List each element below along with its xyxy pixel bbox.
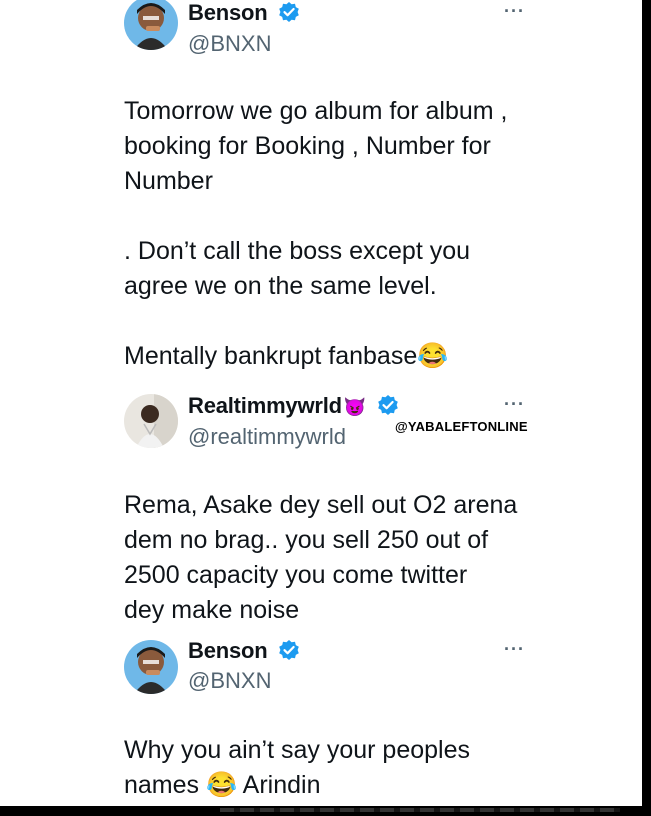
author-handle[interactable]: @BNXN [188, 668, 271, 694]
author-handle[interactable]: @realtimmywrld [188, 424, 346, 450]
tweet-text: Rema, Asake dey sell out O2 arena dem no… [124, 491, 518, 624]
verified-badge-icon [279, 2, 300, 22]
more-options-icon[interactable]: ··· [504, 394, 525, 415]
author-handle[interactable]: @BNXN [188, 31, 271, 57]
author-name[interactable]: Benson [188, 0, 300, 26]
avatar[interactable] [124, 640, 178, 694]
smiling-devil-emoji: 😈 [343, 397, 367, 417]
tweet-text: Tomorrow we go album for album , booking… [124, 97, 508, 370]
screen-edge [642, 0, 651, 816]
more-options-icon[interactable]: ··· [504, 639, 525, 660]
avatar[interactable] [124, 0, 178, 50]
tweet-text: Why you ain’t say your peoples names 😂 A… [124, 736, 471, 799]
avatar[interactable] [124, 394, 178, 448]
watermark: @YABALEFTONLINE [395, 419, 528, 434]
author-name[interactable]: Realtimmywrld 😈 [188, 393, 399, 419]
author-name[interactable]: Benson [188, 638, 300, 664]
more-options-icon[interactable]: ··· [504, 1, 525, 22]
verified-badge-icon [279, 640, 300, 660]
bottom-bar [0, 806, 651, 816]
verified-badge-icon [378, 395, 398, 415]
